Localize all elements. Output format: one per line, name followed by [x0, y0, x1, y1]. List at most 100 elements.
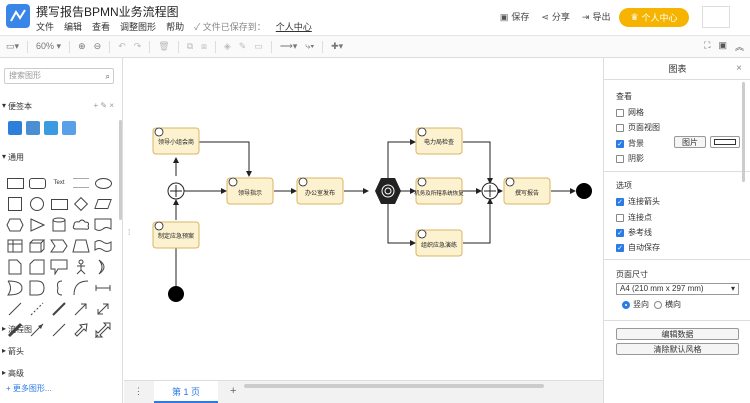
network-icon[interactable] — [8, 121, 22, 135]
ellipse-shape[interactable] — [93, 173, 113, 193]
menu-arrange[interactable]: 调整图形 — [120, 20, 156, 33]
to-back-icon[interactable]: ⧈ — [201, 41, 207, 52]
square-shape[interactable] — [5, 194, 25, 214]
advanced-header[interactable]: ▸ 高级 — [2, 368, 24, 379]
arrows-header[interactable]: ▸ 箭头 — [2, 346, 24, 357]
sidebar-scrollbar[interactable] — [119, 120, 122, 220]
step-shape[interactable] — [49, 236, 69, 256]
scratchpad-header[interactable]: ▾ 便签本 — [2, 101, 32, 112]
connection-arrows-checkbox[interactable]: ✓ 连接箭头 — [616, 196, 660, 207]
fullscreen-icon[interactable]: ⛶ — [704, 40, 710, 53]
flowchart-header[interactable]: ▸ 流程图 — [2, 324, 32, 335]
thick-line-shape[interactable] — [49, 299, 69, 319]
note-shape[interactable] — [5, 257, 25, 277]
line-shape[interactable] — [5, 299, 25, 319]
panel-scrollbar[interactable] — [742, 82, 745, 182]
end-event[interactable] — [576, 183, 592, 199]
zoom-select[interactable]: 60% ▾ — [36, 41, 61, 52]
page-menu-icon[interactable]: ⋮ — [134, 386, 143, 397]
menu-edit[interactable]: 编辑 — [64, 20, 82, 33]
zoom-out-icon[interactable]: ⊖ — [94, 41, 102, 52]
computer-icon[interactable] — [26, 121, 40, 135]
start-event[interactable] — [168, 286, 184, 302]
shadow-icon[interactable]: ▭ — [254, 41, 263, 52]
task-emergency-plan[interactable]: 制定应急预案 — [152, 221, 200, 249]
guides-checkbox[interactable]: ✓ 参考线 — [616, 227, 652, 238]
panel-toggle-icon[interactable]: ▭▾ — [6, 41, 19, 52]
or-shape[interactable] — [5, 278, 25, 298]
save-button[interactable]: ▣ 保存 — [500, 10, 530, 23]
and-shape[interactable] — [27, 278, 47, 298]
double-block-arrow-shape[interactable] — [93, 320, 113, 340]
autosave-checkbox[interactable]: ✓ 自动保存 — [616, 242, 660, 253]
general-header[interactable]: ▾ 通用 — [2, 152, 24, 163]
connection-points-checkbox[interactable]: 连接点 — [616, 212, 652, 223]
rectangle-shape[interactable] — [5, 173, 25, 193]
undo-icon[interactable]: ↶ — [118, 41, 126, 52]
vip-button[interactable]: ♛ 个人中心 — [619, 8, 689, 27]
collapse-handle-icon[interactable]: ⁞ — [128, 228, 130, 237]
line-color-icon[interactable]: ✎ — [239, 41, 247, 52]
parallel-gateway-2[interactable] — [481, 182, 499, 200]
cube-shape[interactable] — [27, 236, 47, 256]
dashed-line-shape[interactable] — [27, 299, 47, 319]
cylinder-shape[interactable] — [49, 215, 69, 235]
circle-shape[interactable] — [27, 194, 47, 214]
task-lead-decision[interactable]: 领导小组会商 — [152, 127, 200, 155]
edge-decision-directive[interactable] — [194, 141, 252, 177]
close-icon[interactable]: × — [736, 63, 742, 74]
task-plant-recovery[interactable]: 机务及所辖系统恢复 — [414, 177, 464, 205]
edge-drill-join[interactable] — [463, 198, 493, 244]
arrow-shape[interactable] — [71, 299, 91, 319]
shadow-checkbox[interactable]: 阴影 — [616, 153, 644, 164]
grid-checkbox[interactable]: 网格 — [616, 107, 644, 118]
hexagon-shape[interactable] — [5, 215, 25, 235]
zoom-in-icon[interactable]: ⊕ — [78, 41, 86, 52]
add-icon[interactable]: + — [93, 101, 98, 110]
menu-help[interactable]: 帮助 — [166, 20, 184, 33]
menu-view[interactable]: 查看 — [92, 20, 110, 33]
to-front-icon[interactable]: ⧉ — [187, 41, 193, 52]
task-power-check[interactable]: 电力局检查 — [415, 127, 463, 155]
user-center-link[interactable]: 个人中心 — [276, 20, 312, 33]
delete-icon[interactable]: 🗑 — [158, 41, 169, 52]
landscape-radio[interactable]: 横向 — [654, 299, 681, 310]
task-write-report[interactable]: 撰写报告 — [503, 177, 551, 205]
background-checkbox[interactable]: ✓ 背景 — [616, 138, 644, 149]
horizontal-scrollbar[interactable] — [244, 384, 544, 388]
share-button[interactable]: ⋖ 分享 — [541, 10, 570, 23]
task-lead-directive[interactable]: 领导指示 — [226, 177, 274, 205]
edit-data-button[interactable]: 编辑数据 — [616, 328, 739, 340]
actor-shape[interactable] — [71, 257, 91, 277]
more-shapes-link[interactable]: + 更多图形... — [6, 383, 52, 394]
tape-shape[interactable] — [93, 236, 113, 256]
portrait-radio[interactable]: 竖向 — [622, 299, 649, 310]
edge-gateway-drill[interactable] — [387, 204, 416, 246]
textbox-shape[interactable] — [71, 173, 91, 193]
add-page-icon[interactable]: + — [230, 385, 236, 397]
collapse-icon[interactable]: ︽ — [735, 40, 744, 53]
curve-shape[interactable] — [71, 278, 91, 298]
page-size-select[interactable]: A4 (210 mm x 297 mm) ▾ — [616, 283, 739, 295]
task-drill[interactable]: 组织应急演练 — [415, 229, 463, 257]
card-shape[interactable] — [27, 257, 47, 277]
block-arrow-shape[interactable] — [71, 320, 91, 340]
search-input[interactable]: 搜索图形 ⌕ — [4, 68, 114, 84]
curly-shape[interactable] — [49, 278, 69, 298]
edit-icon[interactable]: ✎ — [100, 101, 107, 110]
insert-icon[interactable]: ✚▾ — [331, 41, 343, 52]
text-shape[interactable]: Text — [49, 173, 69, 193]
callout-shape[interactable] — [49, 257, 69, 277]
process-shape[interactable] — [49, 194, 69, 214]
triangle-shape[interactable] — [27, 215, 47, 235]
parallelogram-shape[interactable] — [93, 194, 113, 214]
trapezoid-shape[interactable] — [71, 236, 91, 256]
document-title[interactable]: 撰写报告BPMN业务流程图 — [36, 3, 179, 20]
diamond-shape[interactable] — [71, 194, 91, 214]
image-button[interactable]: 图片 — [674, 136, 706, 148]
edge-gateway-power[interactable] — [387, 139, 416, 178]
diagram-canvas[interactable]: 领导小组会商 制定应急预案 领导指示 办公室发布 电力局检查 机务及所辖系统恢复… — [138, 58, 600, 380]
server-icon[interactable] — [44, 121, 58, 135]
user-group-icon[interactable] — [62, 121, 76, 135]
clear-default-style-button[interactable]: 清除默认风格 — [616, 343, 739, 355]
